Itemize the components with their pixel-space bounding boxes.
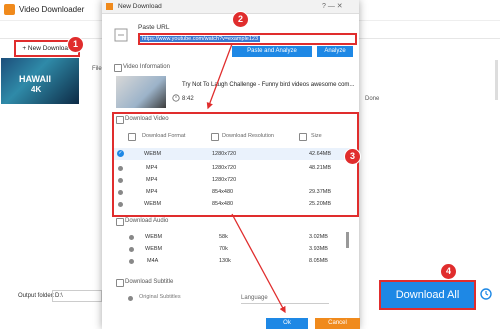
step-marker-4: 4 [440,263,457,280]
arrow-to-video-section [206,43,233,110]
step-marker-2: 2 [232,11,249,28]
step-marker-3: 3 [344,148,361,165]
step-marker-1: 1 [67,36,84,53]
arrow-to-ok-button [231,213,286,314]
